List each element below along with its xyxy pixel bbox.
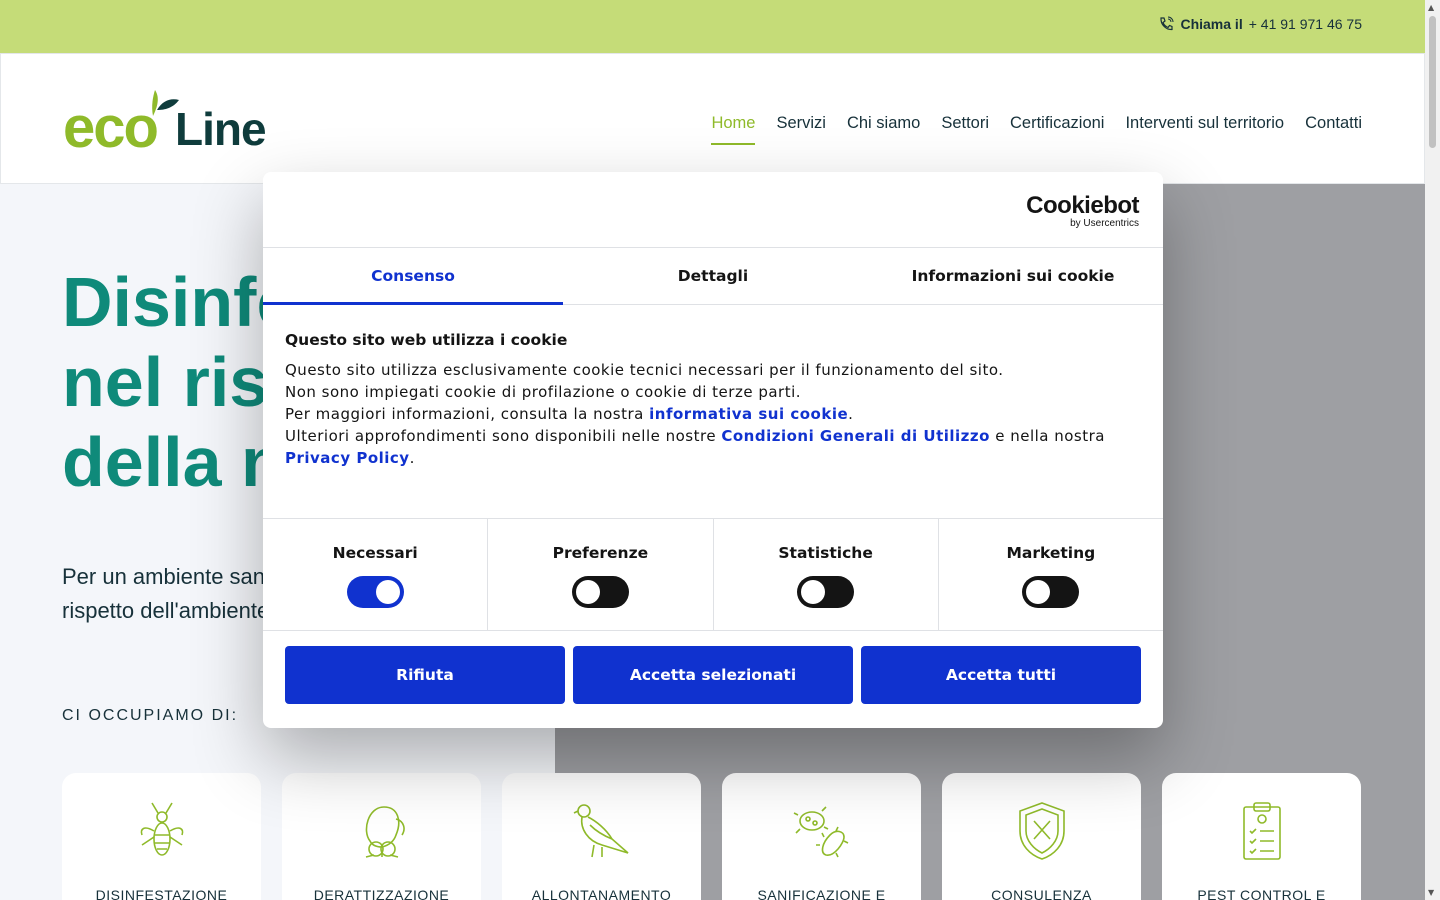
shield-icon: [1018, 802, 1065, 860]
cookie-body: Questo sito web utilizza i cookie Questo…: [263, 305, 1163, 518]
toggle-preferenze: Preferenze: [488, 519, 714, 630]
cookie-policy-link[interactable]: informativa sui cookie: [649, 405, 848, 423]
service-card[interactable]: PEST CONTROL E: [1162, 773, 1361, 900]
privacy-policy-link[interactable]: Privacy Policy: [285, 449, 410, 467]
ecoline-logo[interactable]: eco Line: [63, 86, 268, 160]
cookie-text-line: Ulteriori approfondimenti sono disponibi…: [285, 427, 722, 445]
service-label: PEST CONTROL E: [1197, 887, 1326, 900]
phone-icon: [1160, 16, 1174, 31]
tab-dettagli[interactable]: Dettagli: [563, 248, 863, 304]
reject-button[interactable]: Rifiuta: [285, 646, 565, 704]
cookiebot-by: by Usercentrics: [1070, 218, 1139, 229]
accept-selected-button[interactable]: Accetta selezionati: [573, 646, 853, 704]
call-prefix: Chiama il: [1180, 16, 1243, 32]
cookie-text-line: e nella nostra: [989, 427, 1105, 445]
switch-knob: [1026, 580, 1051, 604]
scroll-up-icon[interactable]: ▲: [1428, 3, 1434, 12]
service-label: CONSULENZA: [991, 887, 1092, 900]
toggle-label: Statistiche: [778, 544, 873, 562]
nav-chi-siamo[interactable]: Chi siamo: [847, 114, 920, 145]
logo-line: Line: [175, 103, 267, 155]
cookie-toggles: Necessari Preferenze Statistiche Marketi…: [263, 518, 1163, 631]
terms-link[interactable]: Condizioni Generali di Utilizzo: [721, 427, 990, 445]
cookie-tabs: Consenso Dettagli Informazioni sui cooki…: [263, 248, 1163, 305]
accept-all-button[interactable]: Accetta tutti: [861, 646, 1141, 704]
cookie-text-line: Non sono impiegati cookie di profilazion…: [285, 383, 802, 401]
service-label: SANIFICAZIONE E: [757, 887, 886, 900]
preferenze-switch[interactable]: [571, 576, 629, 608]
nav-certificazioni[interactable]: Certificazioni: [1010, 114, 1104, 145]
nav-interventi[interactable]: Interventi sul territorio: [1125, 114, 1284, 145]
cookie-text-line: Questo sito utilizza esclusivamente cook…: [285, 361, 1004, 379]
cookiebot-logo: Cookiebot by Usercentrics: [1026, 194, 1139, 230]
cookie-text: Questo sito utilizza esclusivamente cook…: [285, 359, 1141, 469]
nav-home[interactable]: Home: [711, 114, 756, 145]
nav-settori[interactable]: Settori: [941, 114, 989, 145]
main-nav: Home Servizi Chi siamo Settori Certifica…: [711, 114, 1362, 145]
switch-knob: [575, 580, 600, 604]
service-label: ALLONTANAMENTO: [531, 887, 672, 900]
switch-knob: [801, 580, 826, 604]
nav-contatti[interactable]: Contatti: [1305, 114, 1362, 145]
service-card[interactable]: SANIFICAZIONE E: [722, 773, 921, 900]
statistiche-switch[interactable]: [797, 576, 855, 608]
cookie-text-line: Per maggiori informazioni, consulta la n…: [285, 405, 650, 423]
marketing-switch[interactable]: [1022, 576, 1080, 608]
call-link[interactable]: Chiama il + 41 91 971 46 75: [1158, 16, 1362, 32]
toggle-marketing: Marketing: [939, 519, 1163, 630]
toggle-label: Preferenze: [552, 544, 649, 562]
cookie-dialog-header: Cookiebot by Usercentrics: [263, 172, 1163, 248]
mouse-icon: [365, 806, 405, 858]
toggle-necessari: Necessari: [263, 519, 489, 630]
nav-servizi[interactable]: Servizi: [776, 114, 826, 145]
scroll-thumb[interactable]: [1429, 16, 1436, 148]
tab-informazioni[interactable]: Informazioni sui cookie: [863, 248, 1163, 304]
logo-eco: eco: [63, 95, 159, 160]
wasp-icon: [140, 802, 183, 856]
phone-number[interactable]: + 41 91 971 46 75: [1249, 16, 1362, 32]
page-scrollbar[interactable]: ▲ ▼: [1425, 0, 1440, 900]
cookiebot-brand: Cookiebot: [1026, 192, 1139, 219]
services-label: CI OCCUPIAMO DI:: [62, 707, 239, 724]
top-bar: Chiama il + 41 91 971 46 75: [0, 0, 1425, 53]
service-card[interactable]: CONSULENZA: [942, 773, 1141, 900]
toggle-label: Marketing: [1006, 544, 1096, 562]
cookie-text-punct: .: [848, 405, 854, 423]
services-list: DISINFESTAZIONE DERATTIZZAZIONE ALLONTAN…: [62, 773, 1361, 900]
service-label: DERATTIZZAZIONE: [313, 887, 450, 900]
cookie-text-punct: .: [409, 449, 415, 467]
cookie-heading: Questo sito web utilizza i cookie: [285, 331, 568, 349]
service-label: DISINFESTAZIONE: [95, 887, 228, 900]
service-card[interactable]: DISINFESTAZIONE: [62, 773, 261, 900]
scroll-down-icon[interactable]: ▼: [1428, 888, 1434, 897]
toggle-label: Necessari: [332, 544, 418, 562]
cookie-buttons: Rifiuta Accetta selezionati Accetta tutt…: [263, 631, 1163, 719]
tab-consenso[interactable]: Consenso: [263, 248, 563, 305]
site-header: eco Line Home Servizi Chi siamo Settori …: [0, 53, 1425, 184]
cookie-dialog: Cookiebot by Usercentrics Consenso Detta…: [263, 172, 1163, 728]
checklist-icon: [1242, 802, 1281, 860]
toggle-statistiche: Statistiche: [714, 519, 939, 630]
bacteria-icon: [793, 806, 848, 858]
switch-knob: [375, 580, 400, 604]
necessari-switch[interactable]: [346, 576, 404, 608]
service-card[interactable]: ALLONTANAMENTO: [502, 773, 701, 900]
pigeon-icon: [573, 804, 629, 858]
service-card[interactable]: DERATTIZZAZIONE: [282, 773, 481, 900]
